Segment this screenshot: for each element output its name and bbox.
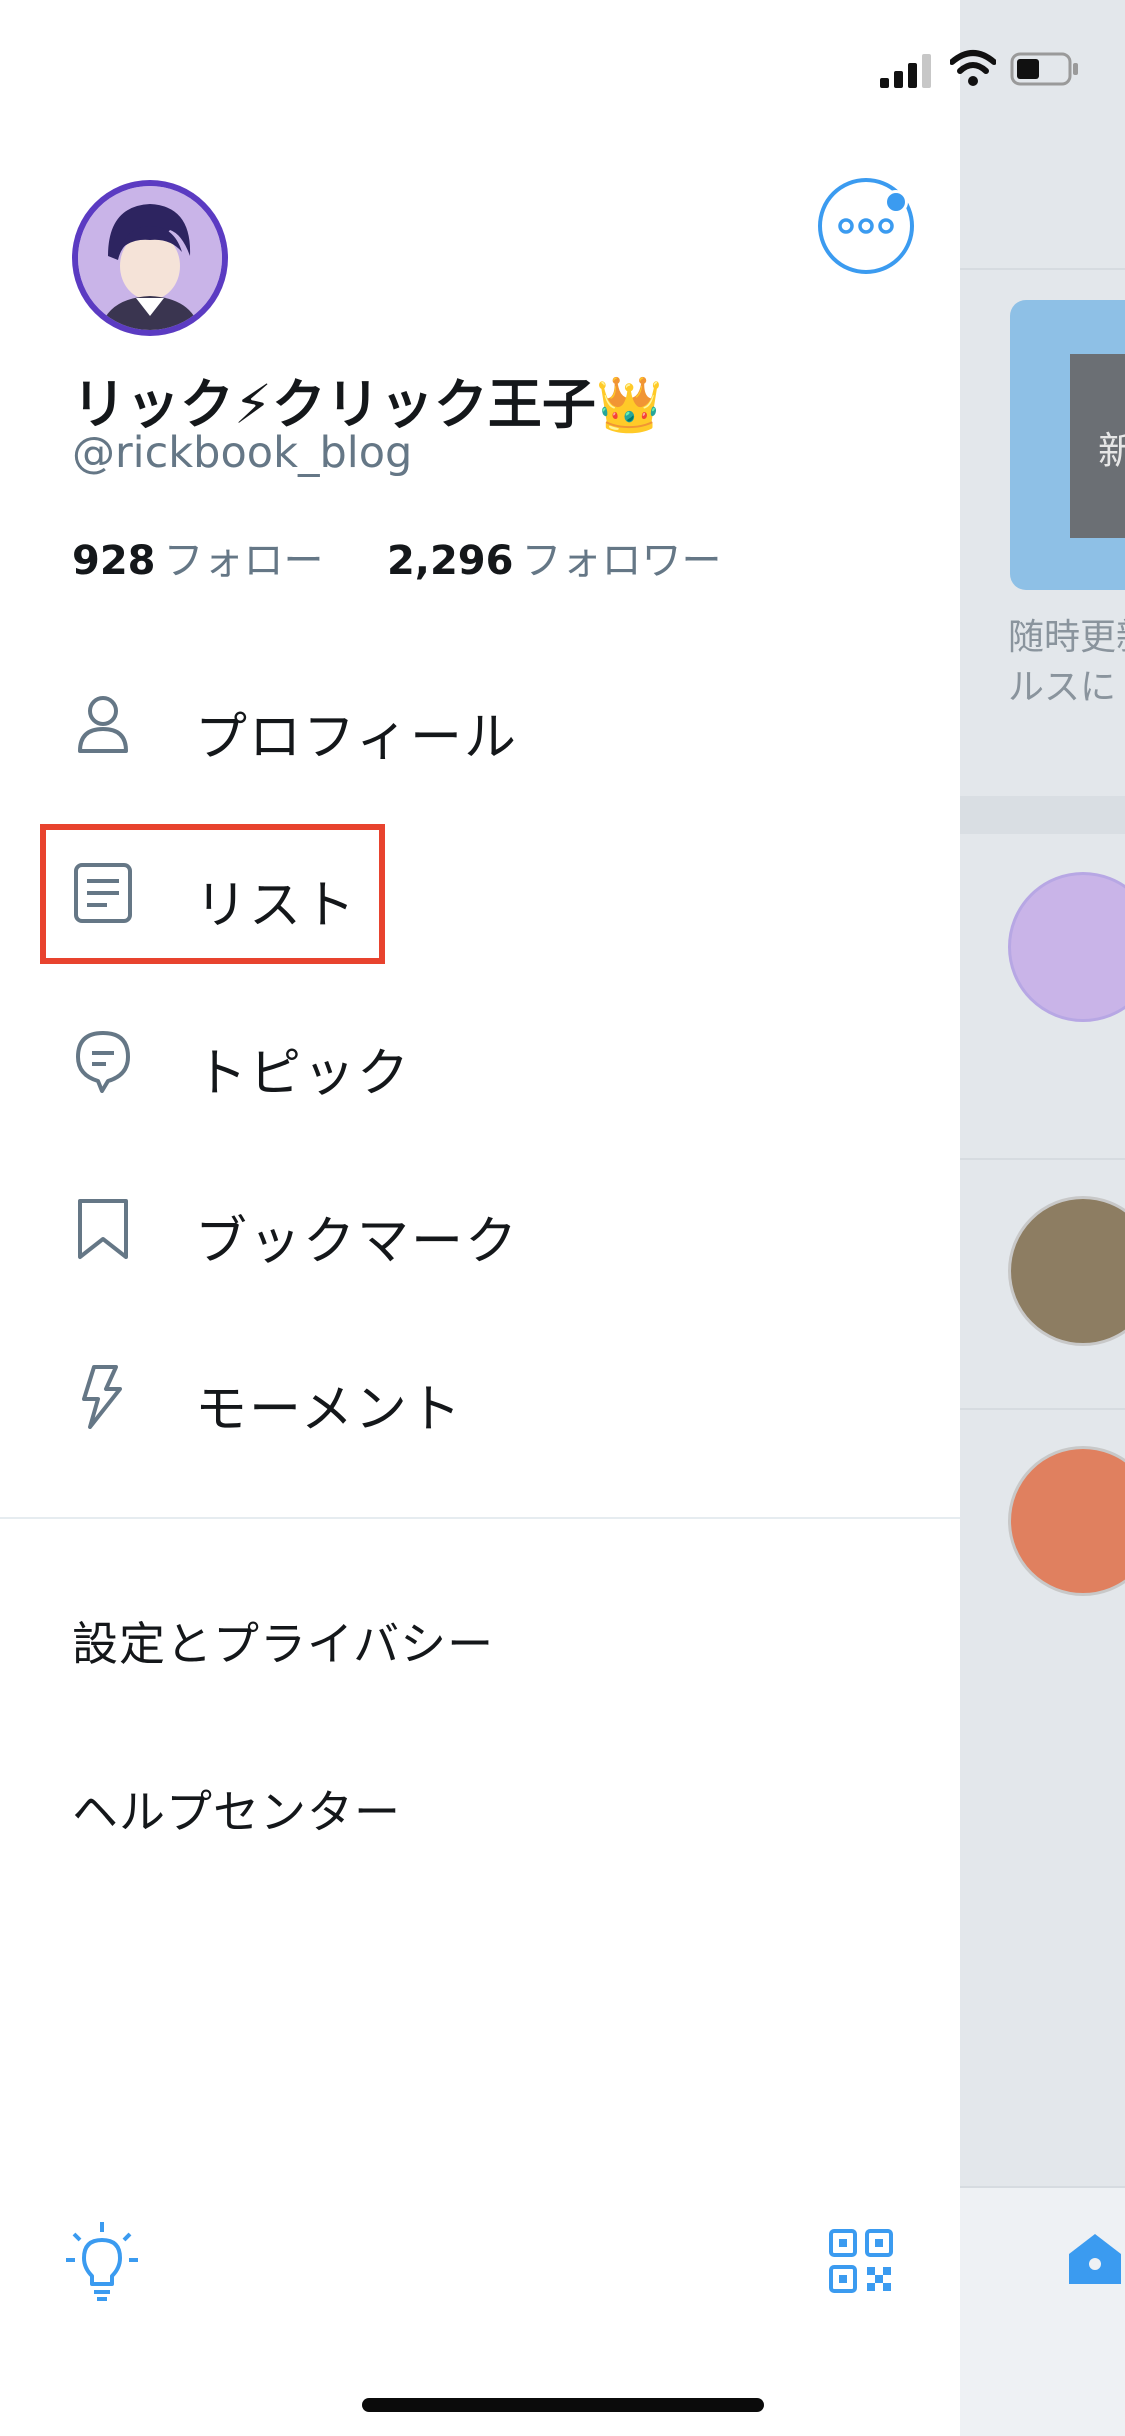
lightbulb-icon[interactable] bbox=[64, 2220, 140, 2304]
qr-code-icon[interactable] bbox=[828, 2228, 894, 2294]
feed-separator bbox=[960, 1158, 1125, 1160]
avatar[interactable] bbox=[72, 180, 228, 336]
menu-item-label: モーメント bbox=[195, 1380, 463, 1440]
topic-icon bbox=[76, 1031, 130, 1093]
navigation-drawer: リック⚡クリック王子👑 @rickbook_blog 928 フォロー 2,296… bbox=[0, 0, 960, 2436]
more-dots-icon bbox=[838, 218, 894, 234]
lightning-icon bbox=[82, 1365, 122, 1429]
menu-item-moments[interactable]: モーメント bbox=[0, 1332, 960, 1462]
notification-dot bbox=[884, 190, 908, 214]
feed-snippet-line-1: 随時更新 bbox=[1008, 617, 1125, 658]
help-center-link[interactable]: ヘルプセンター bbox=[72, 1776, 401, 1842]
following-count: 928 bbox=[72, 538, 156, 584]
followers-link[interactable]: 2,296 フォロワー bbox=[387, 538, 722, 584]
tab-bar bbox=[960, 2186, 1125, 2436]
cellular-signal-icon bbox=[880, 54, 931, 88]
menu-item-profile[interactable]: プロフィール bbox=[0, 660, 960, 790]
feed-media-card[interactable]: 新 bbox=[1010, 300, 1125, 590]
followers-label: フォロワー bbox=[521, 538, 722, 584]
battery-icon bbox=[1010, 52, 1078, 86]
status-bar bbox=[0, 0, 1125, 140]
feed-separator bbox=[960, 268, 1125, 270]
profile-handle: @rickbook_blog bbox=[72, 428, 413, 478]
menu-item-label: プロフィール bbox=[195, 708, 518, 768]
background-feed: 新 随時更新 ルスに bbox=[960, 0, 1125, 2436]
home-indicator[interactable] bbox=[362, 2398, 764, 2412]
person-icon bbox=[78, 696, 128, 753]
feed-separator bbox=[960, 1408, 1125, 1410]
menu-item-topics[interactable]: トピック bbox=[0, 996, 960, 1126]
feed-separator-band bbox=[960, 796, 1125, 834]
menu-item-bookmarks[interactable]: ブックマーク bbox=[0, 1164, 960, 1294]
menu-item-label: トピック bbox=[195, 1044, 412, 1104]
followers-count: 2,296 bbox=[386, 538, 514, 584]
wifi-icon bbox=[950, 50, 996, 86]
feed-avatar[interactable] bbox=[1008, 872, 1125, 1022]
home-icon[interactable] bbox=[1065, 2228, 1125, 2288]
bookmark-icon bbox=[78, 1199, 128, 1259]
feed-media-overlay: 新 bbox=[1070, 354, 1125, 538]
avatar-image bbox=[78, 186, 222, 330]
feed-avatar[interactable] bbox=[1008, 1446, 1125, 1596]
settings-privacy-link[interactable]: 設定とプライバシー bbox=[72, 1608, 494, 1674]
accounts-more-button[interactable] bbox=[818, 178, 914, 274]
follow-stats: 928 フォロー 2,296 フォロワー bbox=[72, 528, 721, 586]
menu-divider bbox=[0, 1517, 960, 1519]
feed-avatar[interactable] bbox=[1008, 1196, 1125, 1346]
feed-overlay-text: 新 bbox=[1098, 429, 1125, 473]
following-link[interactable]: 928 フォロー bbox=[72, 538, 336, 584]
menu-item-label: ブックマーク bbox=[195, 1212, 520, 1272]
following-label: フォロー bbox=[163, 538, 324, 584]
highlight-box bbox=[40, 824, 385, 964]
feed-snippet-line-2: ルスに bbox=[1008, 667, 1117, 708]
